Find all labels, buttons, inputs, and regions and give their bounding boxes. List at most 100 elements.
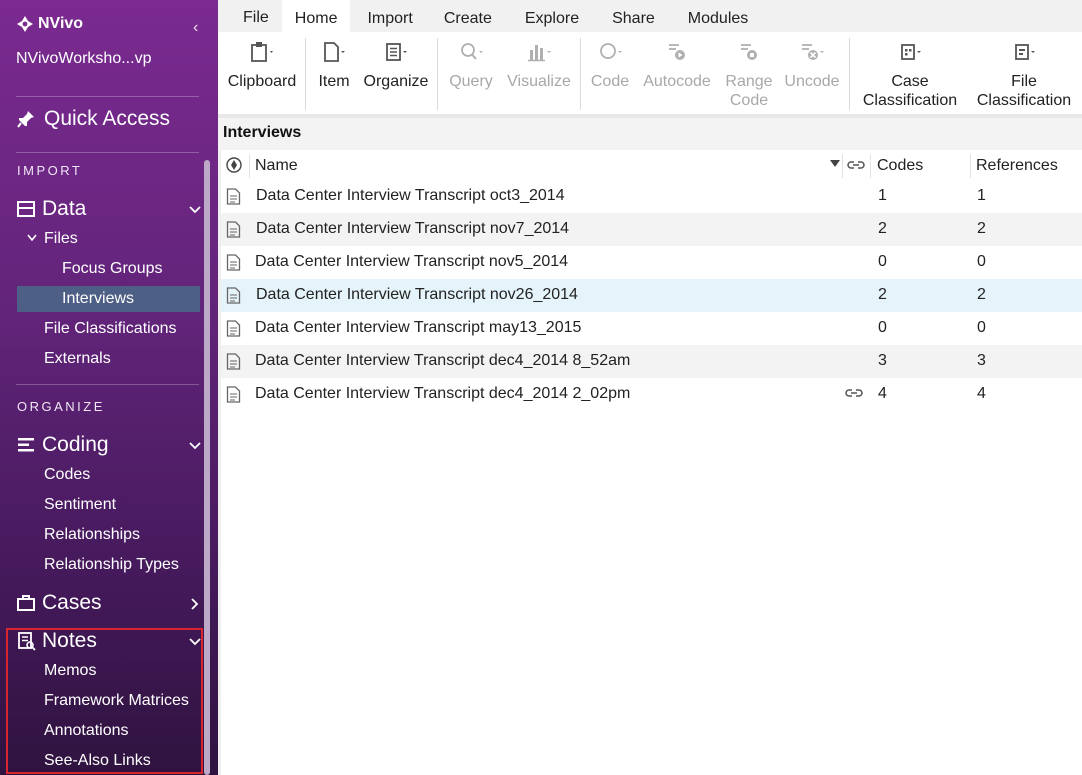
- project-name[interactable]: NVivoWorksho...vp: [16, 50, 151, 68]
- case-classification-button[interactable]: Case Classification: [858, 32, 962, 110]
- range-code-button[interactable]: Range Code: [720, 32, 778, 110]
- tab-import[interactable]: Import: [350, 0, 425, 32]
- chevron-down-icon[interactable]: [26, 232, 38, 244]
- row-name: Data Center Interview Transcript nov7_20…: [256, 220, 570, 237]
- row-name: Data Center Interview Transcript dec4_20…: [255, 385, 631, 402]
- brand-name: NVivo: [38, 15, 84, 32]
- sort-descending-icon[interactable]: [830, 160, 840, 168]
- list-title: Interviews: [223, 124, 302, 141]
- table-row[interactable]: Data Center Interview Transcript oct3_20…: [221, 180, 1082, 213]
- organize-label: Organize: [363, 73, 429, 90]
- clipboard-icon: [251, 42, 273, 62]
- row-codes: 4: [878, 385, 887, 402]
- file-classification-icon: [1015, 44, 1035, 60]
- sidebar-item-file-classifications[interactable]: File Classifications: [44, 320, 176, 338]
- range-code-label-line1: Range: [725, 73, 773, 90]
- row-codes: 2: [878, 220, 887, 237]
- case-classification-icon: [901, 44, 921, 60]
- uncode-button[interactable]: Uncode: [781, 32, 843, 91]
- column-header-references[interactable]: References: [976, 157, 1058, 175]
- data-group[interactable]: Data: [16, 197, 202, 221]
- link-column-icon[interactable]: [847, 159, 865, 171]
- column-separator: [249, 154, 250, 178]
- code-button[interactable]: Code: [586, 32, 634, 91]
- query-label: Query: [449, 73, 493, 90]
- add-column-icon[interactable]: [226, 157, 242, 173]
- item-button[interactable]: Item: [312, 32, 356, 91]
- query-button[interactable]: Query: [444, 32, 498, 91]
- table-row[interactable]: Data Center Interview Transcript dec4_20…: [221, 345, 1082, 378]
- row-references: 0: [977, 319, 986, 336]
- row-codes: 1: [878, 187, 887, 204]
- coding-group-label: Coding: [42, 433, 109, 456]
- row-references: 0: [977, 253, 986, 270]
- table-row[interactable]: Data Center Interview Transcript nov7_20…: [221, 213, 1082, 246]
- sidebar-item-relationships[interactable]: Relationships: [44, 526, 140, 544]
- row-name: Data Center Interview Transcript nov26_2…: [256, 286, 578, 303]
- organize-icon: [386, 43, 407, 61]
- data-icon: [16, 199, 36, 219]
- briefcase-icon: [16, 593, 36, 613]
- row-references: 4: [977, 385, 986, 402]
- row-codes: 2: [878, 286, 887, 303]
- query-icon: [461, 43, 483, 60]
- column-header-codes[interactable]: Codes: [877, 157, 923, 175]
- tab-create[interactable]: Create: [426, 0, 505, 32]
- sidebar-item-sentiment[interactable]: Sentiment: [44, 496, 116, 514]
- list-title-band: [218, 118, 1082, 150]
- row-name: Data Center Interview Transcript dec4_20…: [255, 352, 631, 369]
- tab-explore[interactable]: Explore: [505, 0, 592, 32]
- sidebar-item-relationship-types[interactable]: Relationship Types: [44, 556, 179, 574]
- column-separator: [970, 154, 971, 178]
- table-row[interactable]: Data Center Interview Transcript may13_2…: [221, 312, 1082, 345]
- column-separator: [870, 154, 871, 178]
- autocode-icon: [669, 44, 685, 60]
- column-header-name[interactable]: Name: [255, 157, 298, 175]
- tab-share[interactable]: Share: [592, 0, 668, 32]
- sidebar-item-externals[interactable]: Externals: [44, 350, 111, 368]
- table-row[interactable]: Data Center Interview Transcript dec4_20…: [221, 378, 1082, 411]
- table-row[interactable]: Data Center Interview Transcript nov5_20…: [221, 246, 1082, 279]
- row-name: Data Center Interview Transcript nov5_20…: [255, 253, 569, 270]
- sidebar-item-codes[interactable]: Codes: [44, 466, 90, 484]
- link-icon[interactable]: [845, 387, 863, 399]
- uncode-icon: [802, 44, 824, 60]
- nvivo-logo-icon: [17, 16, 33, 32]
- document-icon: [226, 188, 241, 205]
- code-label: Code: [590, 73, 630, 90]
- document-icon: [226, 386, 241, 403]
- divider: [16, 96, 199, 97]
- visualize-button[interactable]: Visualize: [504, 32, 574, 91]
- file-classification-button[interactable]: File Classification: [971, 32, 1077, 110]
- tab-file[interactable]: File: [218, 0, 282, 32]
- clipboard-label: Clipboard: [227, 73, 297, 90]
- uncode-label: Uncode: [784, 73, 840, 90]
- sidebar-scrollbar[interactable]: [204, 160, 210, 775]
- row-codes: 0: [878, 253, 887, 270]
- document-icon: [226, 320, 241, 337]
- sidebar-item-focus-groups[interactable]: Focus Groups: [62, 260, 162, 278]
- autocode-button[interactable]: Autocode: [639, 32, 715, 91]
- case-classification-label-line2: Classification: [862, 92, 958, 109]
- autocode-label: Autocode: [643, 73, 711, 90]
- row-codes: 0: [878, 319, 887, 336]
- tab-home[interactable]: Home: [281, 0, 351, 32]
- clipboard-button[interactable]: Clipboard: [225, 32, 299, 91]
- cases-group[interactable]: Cases: [16, 591, 202, 615]
- row-codes: 3: [878, 352, 887, 369]
- sidebar-item-files[interactable]: Files: [44, 230, 78, 248]
- file-classification-label-line2: Classification: [976, 92, 1072, 109]
- toolbar-separator: [437, 38, 438, 110]
- table-row-selected[interactable]: Data Center Interview Transcript nov26_2…: [221, 279, 1082, 312]
- organize-button[interactable]: Organize: [361, 32, 431, 91]
- quick-access-item[interactable]: Quick Access: [16, 107, 170, 131]
- collapse-sidebar-button[interactable]: ‹: [193, 19, 198, 37]
- tab-modules[interactable]: Modules: [668, 0, 761, 32]
- chevron-right-icon: [191, 598, 199, 610]
- coding-icon: [16, 435, 36, 455]
- coding-group[interactable]: Coding: [16, 433, 202, 457]
- sidebar-item-interviews[interactable]: Interviews: [62, 290, 134, 308]
- chevron-down-icon: [189, 206, 201, 214]
- row-references: 3: [977, 352, 986, 369]
- data-group-label: Data: [42, 197, 87, 220]
